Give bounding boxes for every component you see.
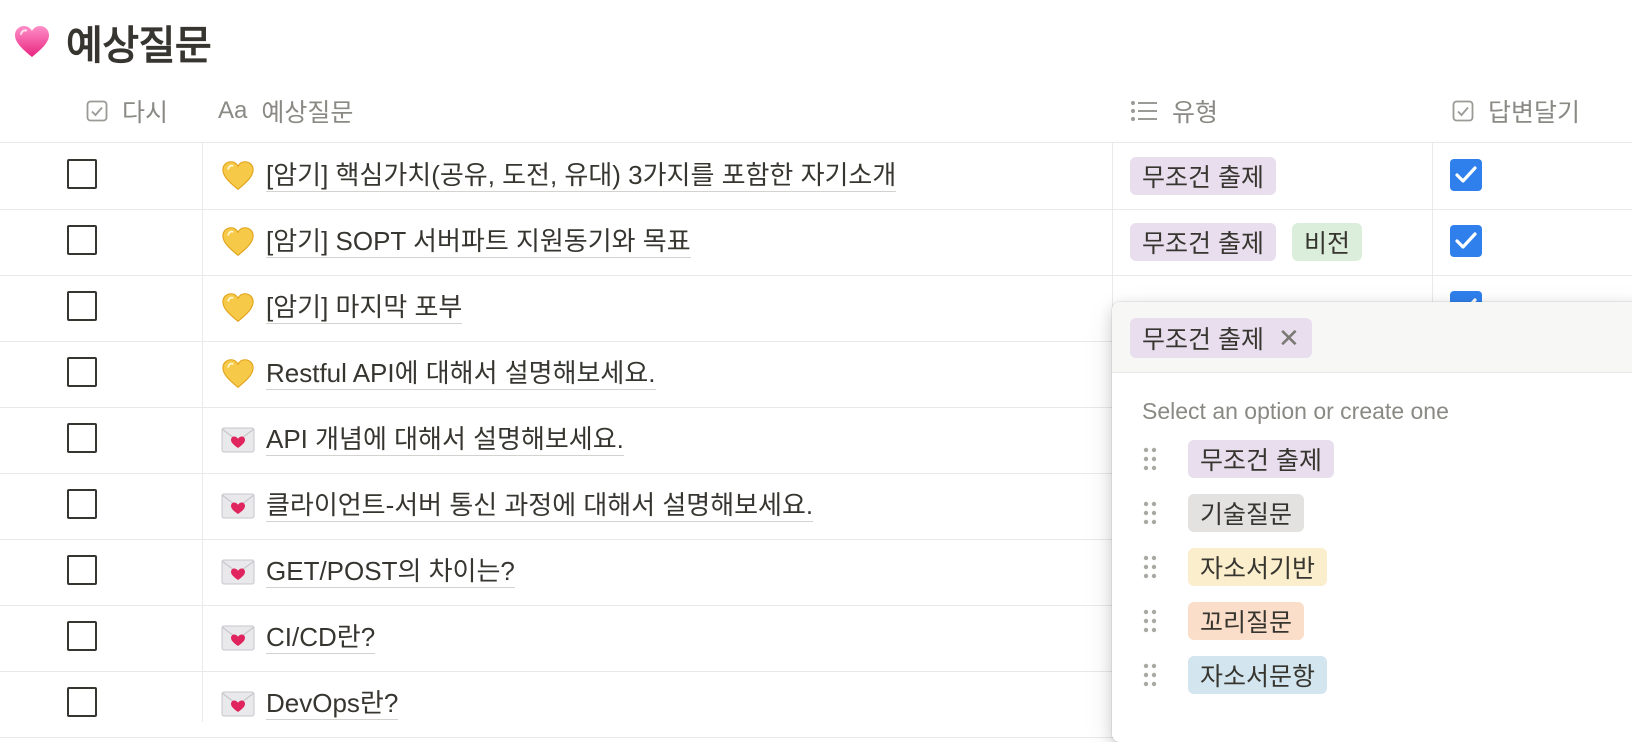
drag-handle-icon[interactable] — [1140, 553, 1160, 581]
option-tag: 기술질문 — [1188, 494, 1305, 532]
selected-tag[interactable]: 무조건 출제 ✕ — [1130, 318, 1312, 358]
row-title-link[interactable]: DevOps란? — [266, 688, 399, 720]
row-title-link[interactable]: [암기] SOPT 서버파트 지원동기와 목표 — [266, 226, 691, 258]
drag-handle-icon[interactable] — [1140, 607, 1160, 635]
love-letter-icon[interactable] — [220, 620, 256, 656]
page-header: 예상질문 — [12, 13, 212, 71]
retry-checkbox[interactable] — [67, 621, 97, 651]
retry-checkbox[interactable] — [67, 687, 97, 717]
retry-checkbox[interactable] — [67, 357, 97, 387]
checkbox-property-icon — [86, 100, 108, 122]
table-row[interactable]: [암기] 핵심가치(공유, 도전, 유대) 3가지를 포함한 자기소개 무조건 출… — [0, 143, 1632, 210]
title-cell[interactable]: [암기] 마지막 포부 — [220, 275, 463, 341]
title-cell[interactable]: API 개념에 대해서 설명해보세요. — [220, 407, 624, 473]
title-cell[interactable]: CI/CD란? — [220, 605, 376, 671]
row-title-link[interactable]: [암기] 핵심가치(공유, 도전, 유대) 3가지를 포함한 자기소개 — [266, 160, 897, 192]
row-title-link[interactable]: 클라이언트-서버 통신 과정에 대해서 설명해보세요. — [266, 490, 814, 522]
title-cell[interactable]: DevOps란? — [220, 671, 399, 737]
row-title-link[interactable]: API 개념에 대해서 설명해보세요. — [266, 424, 624, 456]
retry-checkbox[interactable] — [67, 225, 97, 255]
text-property-icon: Aa — [218, 97, 248, 124]
option-tag: 자소서문항 — [1188, 656, 1328, 694]
drag-handle-icon[interactable] — [1140, 445, 1160, 473]
answered-checkbox[interactable] — [1450, 225, 1482, 257]
love-letter-icon[interactable] — [220, 686, 256, 722]
column-header-title[interactable]: Aa 예상질문 — [218, 80, 353, 142]
page-title[interactable]: 예상질문 — [66, 13, 212, 71]
love-letter-icon[interactable] — [220, 554, 256, 590]
type-tags[interactable]: 무조건 출제 — [1130, 157, 1276, 195]
remove-tag-icon[interactable]: ✕ — [1278, 323, 1300, 354]
column-header-type-label: 유형 — [1172, 99, 1219, 127]
dropdown-option[interactable]: 자소서기반 — [1140, 539, 1328, 595]
title-cell[interactable]: Restful API에 대해서 설명해보세요. — [220, 341, 656, 407]
drag-handle-icon[interactable] — [1140, 499, 1160, 527]
table-row[interactable]: [암기] SOPT 서버파트 지원동기와 목표 무조건 출제 비전 — [0, 209, 1632, 276]
selected-tags-bar[interactable]: 무조건 출제 ✕ — [1112, 302, 1632, 373]
column-header-check-label: 다시 — [122, 99, 169, 127]
check-icon — [1455, 166, 1477, 183]
retry-checkbox[interactable] — [67, 489, 97, 519]
dropdown-hint: Select an option or create one — [1142, 398, 1449, 424]
type-tag: 비전 — [1291, 223, 1362, 261]
column-header-type[interactable]: 유형 — [1130, 80, 1218, 142]
list-property-icon — [1130, 100, 1158, 122]
retry-checkbox[interactable] — [67, 291, 97, 321]
yellow-heart-icon[interactable] — [220, 290, 256, 326]
table-header: 다시 Aa 예상질문 유형 답변달기 — [0, 80, 1632, 143]
title-cell[interactable]: 클라이언트-서버 통신 과정에 대해서 설명해보세요. — [220, 473, 814, 539]
multi-select-dropdown: 무조건 출제 ✕ Select an option or create one … — [1112, 302, 1632, 742]
checkbox-property-icon — [1452, 100, 1474, 122]
yellow-heart-icon[interactable] — [220, 158, 256, 194]
type-tags[interactable]: 무조건 출제 비전 — [1130, 223, 1362, 261]
retry-checkbox[interactable] — [67, 555, 97, 585]
dropdown-option[interactable]: 자소서문항 — [1140, 647, 1328, 703]
type-tag: 무조건 출제 — [1130, 157, 1276, 195]
column-header-title-label: 예상질문 — [261, 99, 354, 127]
retry-checkbox[interactable] — [67, 423, 97, 453]
option-tag: 꼬리질문 — [1188, 602, 1305, 640]
option-tag: 자소서기반 — [1188, 548, 1328, 586]
love-letter-icon[interactable] — [220, 488, 256, 524]
column-header-answer-label: 답변달기 — [1488, 99, 1581, 127]
row-title-link[interactable]: [암기] 마지막 포부 — [266, 292, 463, 324]
column-header-check[interactable]: 다시 — [86, 80, 168, 142]
row-title-link[interactable]: GET/POST의 차이는? — [266, 556, 515, 588]
title-cell[interactable]: GET/POST의 차이는? — [220, 539, 515, 605]
column-header-answer[interactable]: 답변달기 — [1452, 80, 1580, 142]
yellow-heart-icon[interactable] — [220, 356, 256, 392]
retry-checkbox[interactable] — [67, 159, 97, 189]
dropdown-option[interactable]: 무조건 출제 — [1140, 431, 1334, 487]
option-tag: 무조건 출제 — [1188, 440, 1334, 478]
dropdown-option[interactable]: 기술질문 — [1140, 485, 1305, 541]
selected-tag-label: 무조건 출제 — [1142, 326, 1264, 354]
row-title-link[interactable]: Restful API에 대해서 설명해보세요. — [266, 358, 656, 390]
sparkling-heart-icon[interactable] — [12, 22, 52, 62]
title-cell[interactable]: [암기] SOPT 서버파트 지원동기와 목표 — [220, 209, 691, 275]
dropdown-option[interactable]: 꼬리질문 — [1140, 593, 1305, 649]
answered-checkbox[interactable] — [1450, 159, 1482, 191]
type-tag: 무조건 출제 — [1130, 223, 1276, 261]
yellow-heart-icon[interactable] — [220, 224, 256, 260]
love-letter-icon[interactable] — [220, 422, 256, 458]
drag-handle-icon[interactable] — [1140, 661, 1160, 689]
title-cell[interactable]: [암기] 핵심가치(공유, 도전, 유대) 3가지를 포함한 자기소개 — [220, 143, 897, 209]
row-title-link[interactable]: CI/CD란? — [266, 622, 376, 654]
check-icon — [1455, 232, 1477, 249]
